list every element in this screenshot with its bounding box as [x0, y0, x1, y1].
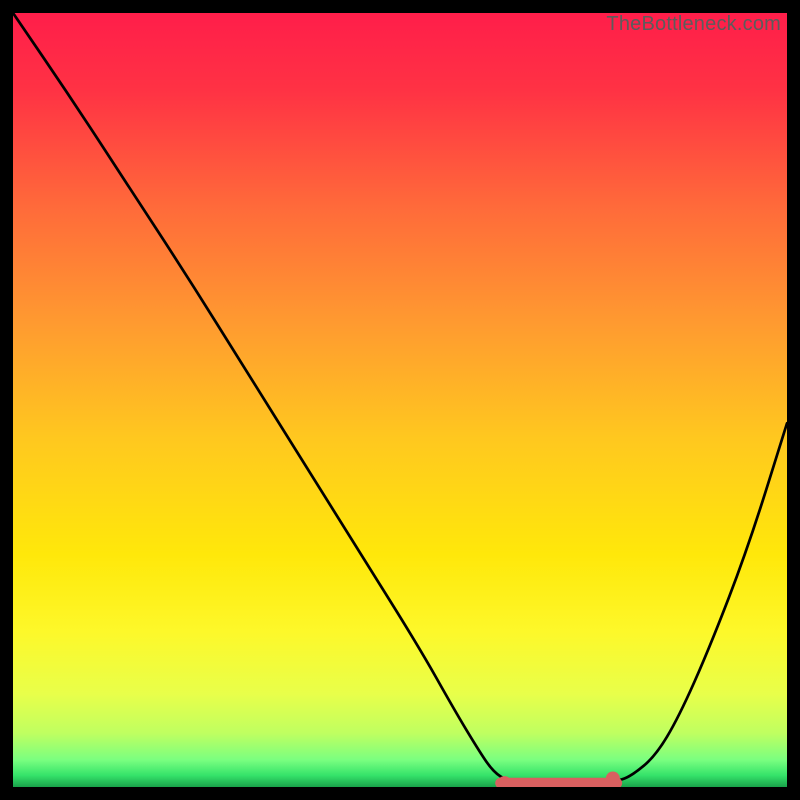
- plot-area: TheBottleneck.com: [13, 13, 787, 787]
- bottleneck-curve: [13, 13, 787, 787]
- chart-frame: TheBottleneck.com: [10, 10, 790, 790]
- watermark-text: TheBottleneck.com: [606, 13, 781, 36]
- optimal-band-end-dot: [606, 772, 620, 786]
